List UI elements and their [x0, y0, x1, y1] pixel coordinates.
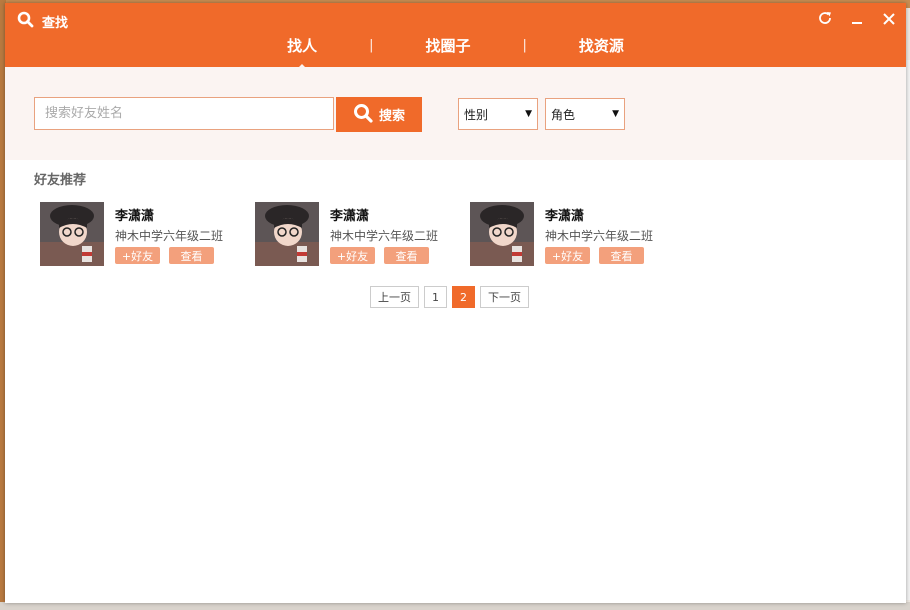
search-button[interactable]: 搜索 — [336, 97, 422, 132]
search-panel: 搜索 性别 ▼ 角色 ▼ — [5, 67, 906, 160]
view-profile-button[interactable]: 查看 — [169, 247, 214, 264]
view-profile-button[interactable]: 查看 — [599, 247, 644, 264]
refresh-button[interactable] — [814, 9, 836, 31]
window-title: 查找 — [42, 16, 69, 31]
tab-bar: 找人 | 找圈子 | 找资源 — [5, 35, 906, 70]
minimize-icon — [850, 11, 864, 30]
friend-name: 李潇潇 — [545, 209, 585, 224]
friend-recommendations: 李潇潇 神木中学六年级二班 +好友 查看 李潇潇 神木中学六年级二班 +好友 查… — [40, 202, 740, 272]
refresh-icon — [817, 10, 833, 30]
tab-find-resources[interactable]: 找资源 — [557, 35, 646, 56]
tab-label: 找圈子 — [425, 37, 471, 55]
friend-card: 李潇潇 神木中学六年级二班 +好友 查看 — [40, 202, 240, 268]
friend-school: 神木中学六年级二班 — [115, 229, 224, 243]
add-friend-button[interactable]: +好友 — [115, 247, 160, 264]
dropdown-arrow-icon: ▼ — [612, 109, 619, 119]
close-button[interactable] — [878, 9, 900, 31]
avatar[interactable] — [255, 202, 319, 266]
view-profile-button[interactable]: 查看 — [384, 247, 429, 264]
add-friend-button[interactable]: +好友 — [545, 247, 590, 264]
minimize-button[interactable] — [846, 9, 868, 31]
add-friend-button[interactable]: +好友 — [330, 247, 375, 264]
friend-name: 李潇潇 — [115, 209, 155, 224]
search-button-label: 搜索 — [378, 109, 405, 124]
tab-separator: | — [369, 38, 374, 53]
close-icon — [882, 11, 896, 30]
search-icon — [353, 103, 373, 127]
tab-label: 找人 — [287, 37, 318, 55]
section-title: 好友推荐 — [34, 173, 87, 188]
tab-separator: | — [522, 38, 527, 53]
friend-card: 李潇潇 神木中学六年级二班 +好友 查看 — [470, 202, 670, 268]
page-button-1[interactable]: 1 — [424, 286, 447, 308]
gender-select[interactable]: 性别 ▼ — [458, 98, 538, 130]
desktop-bottom-strip — [0, 602, 910, 610]
window-controls — [814, 9, 900, 31]
role-select[interactable]: 角色 ▼ — [545, 98, 625, 130]
page-button-2-current[interactable]: 2 — [452, 286, 475, 308]
gender-select-value: 性别 — [464, 107, 489, 122]
title-bar: 查找 找人 | 找圈子 | 找资源 — [5, 3, 906, 70]
search-box — [34, 97, 334, 130]
tab-find-circles[interactable]: 找圈子 — [403, 35, 492, 56]
next-page-button[interactable]: 下一页 — [480, 286, 529, 308]
tab-label: 找资源 — [578, 37, 624, 55]
find-window: 查找 找人 | 找圈子 | 找资源 搜索好友姓名 搜索 性别 ▼ 角色 ▼ 好友… — [5, 3, 906, 603]
friend-school: 神木中学六年级二班 — [330, 229, 439, 243]
prev-page-button[interactable]: 上一页 — [370, 286, 419, 308]
friend-school: 神木中学六年级二班 — [545, 229, 654, 243]
friend-card: 李潇潇 神木中学六年级二班 +好友 查看 — [255, 202, 455, 268]
dropdown-arrow-icon: ▼ — [525, 109, 532, 119]
role-select-value: 角色 — [551, 107, 576, 122]
avatar[interactable] — [470, 202, 534, 266]
window-title-group: 查找 — [17, 11, 68, 32]
tab-find-people[interactable]: 找人 — [265, 35, 339, 70]
friend-name: 李潇潇 — [330, 209, 370, 224]
search-input[interactable] — [35, 98, 333, 129]
search-icon — [17, 11, 34, 32]
pagination: 上一页 1 2 下一页 — [370, 286, 529, 308]
avatar[interactable] — [40, 202, 104, 266]
